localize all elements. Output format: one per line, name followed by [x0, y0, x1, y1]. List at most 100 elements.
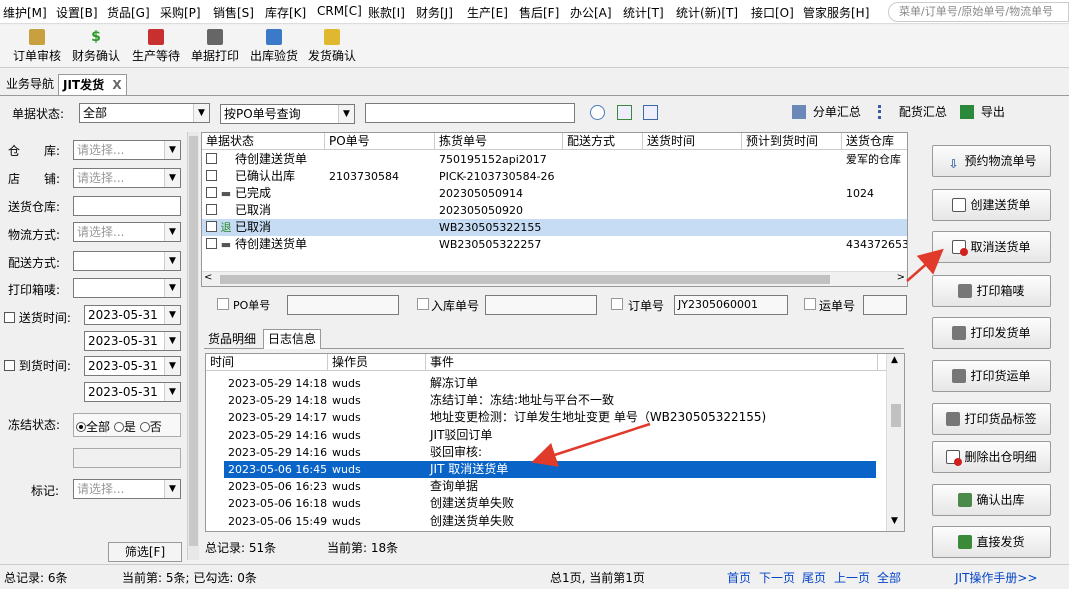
status-select[interactable]: 全部 ▼ — [79, 103, 210, 123]
log-row[interactable]: 2023-05-29 14:18:... wuds 冻结订单：冻结:地址与平台不一致 — [224, 392, 876, 409]
ship-confirm-button[interactable]: 发货确认 — [306, 27, 358, 65]
order-input[interactable]: JY2305060001 — [674, 295, 788, 315]
col-time[interactable]: 时间 — [206, 354, 328, 371]
menu-maintain[interactable]: 维护[M] — [3, 4, 47, 21]
delivery-select[interactable]: ▼ — [73, 251, 181, 271]
waybill-input[interactable] — [863, 295, 907, 315]
log-row[interactable]: 2023-05-29 14:16:... wuds JIT驳回订单 — [224, 427, 876, 444]
log-row[interactable]: 2023-05-06 16:18:... wuds 创建送货单失败 — [224, 495, 876, 512]
order-grid-hscroll[interactable]: < > — [202, 271, 907, 286]
print-freight-button[interactable]: 打印货运单 — [932, 360, 1051, 392]
production-wait-button[interactable]: 生产等待 — [130, 27, 182, 65]
menu-sales[interactable]: 销售[S] — [213, 4, 254, 21]
all-pages-link[interactable]: 全部 — [877, 569, 901, 586]
create-delivery-button[interactable]: 创建送货单 — [932, 189, 1051, 221]
ship-time-checkbox[interactable] — [4, 312, 15, 323]
warehouse-select[interactable]: 请选择... ▼ — [73, 140, 181, 160]
clear-icon[interactable] — [643, 105, 658, 120]
freeze-no-radio[interactable] — [139, 422, 150, 432]
print-box-mark-button[interactable]: 打印箱唛 — [932, 275, 1051, 307]
log-row[interactable]: 2023-05-29 14:17:... wuds 地址变更检测：订单发生地址变更 … — [224, 409, 876, 426]
filter-button[interactable]: 筛选[F] — [108, 542, 182, 562]
ship-warehouse-input[interactable] — [73, 196, 181, 216]
delete-outbound-detail-button[interactable]: 删除出仓明细 — [932, 441, 1051, 473]
menu-goods[interactable]: 货品[G] — [107, 4, 150, 21]
col-pick[interactable]: 拣货单号 — [435, 133, 563, 150]
col-operator[interactable]: 操作员 — [328, 354, 426, 371]
col-ship-time[interactable]: 送货时间 — [643, 133, 742, 150]
left-panel-scrollbar[interactable] — [187, 132, 199, 560]
table-row[interactable]: 已取消 202305050920 — [202, 202, 907, 219]
jit-manual-link[interactable]: JIT操作手册>> — [955, 569, 1038, 586]
log-row[interactable]: 2023-05-29 14:16:... wuds 驳回审核: — [224, 444, 876, 461]
prev-page-link[interactable]: 上一页 — [834, 569, 870, 586]
menu-interface[interactable]: 接口[O] — [751, 4, 794, 21]
row-checkbox[interactable] — [206, 153, 217, 164]
logistics-select[interactable]: 请选择... ▼ — [73, 222, 181, 242]
log-grid-vscroll[interactable]: ▲ ▼ — [886, 354, 904, 531]
inbound-input[interactable] — [485, 295, 597, 315]
arrive-time-checkbox[interactable] — [4, 360, 15, 371]
tab-jit-ship[interactable]: JIT发货 X — [58, 74, 127, 95]
menu-accounts[interactable]: 账款[I] — [368, 4, 405, 21]
scrollbar-thumb[interactable] — [220, 275, 830, 284]
menu-service[interactable]: 管家服务[H] — [803, 4, 869, 21]
table-row[interactable]: 待创建送货单 750195152api2017 爱军的仓库 — [202, 151, 907, 168]
print-goods-label-button[interactable]: 打印货品标签 — [932, 403, 1051, 435]
col-status[interactable]: 单据状态 — [202, 133, 325, 150]
outbound-check-button[interactable]: 出库验货 — [248, 27, 300, 65]
scrollbar-thumb[interactable] — [189, 136, 198, 546]
menu-aftersale[interactable]: 售后[F] — [519, 4, 559, 21]
menu-finance[interactable]: 财务[J] — [416, 4, 453, 21]
menu-stats-new[interactable]: 统计(新)[T] — [676, 4, 738, 21]
tab-goods-detail[interactable]: 货品明细 — [204, 330, 260, 349]
chevron-right-icon[interactable]: > — [897, 272, 905, 283]
ship-to-date[interactable]: 2023-05-31 ▼ — [84, 331, 181, 351]
table-row[interactable]: ▬待创建送货单 WB230505322257 4343726531 — [202, 236, 907, 253]
order-audit-button[interactable]: 订单审核 — [12, 27, 62, 65]
row-checkbox[interactable] — [206, 170, 217, 181]
print-delivery-note-button[interactable]: 打印发货单 — [932, 317, 1051, 349]
col-warehouse[interactable]: 送货仓库 — [842, 133, 907, 150]
col-event[interactable]: 事件 — [426, 354, 878, 371]
table-row[interactable]: ▬ 已完成 202305050914 1024 — [202, 185, 907, 202]
row-checkbox[interactable] — [206, 238, 217, 249]
arrive-time-check[interactable]: 到货时间: — [4, 357, 71, 374]
chevron-left-icon[interactable]: < — [204, 272, 212, 283]
scrollbar-thumb[interactable] — [891, 404, 901, 427]
close-icon[interactable]: X — [112, 78, 121, 92]
menu-stats[interactable]: 统计[T] — [623, 4, 664, 21]
arrive-to-date[interactable]: 2023-05-31 ▼ — [84, 382, 181, 402]
freeze-reason-input[interactable] — [73, 448, 181, 468]
row-checkbox[interactable] — [206, 187, 217, 198]
tab-log-info[interactable]: 日志信息 — [263, 329, 322, 349]
direct-ship-button[interactable]: 直接发货 — [932, 526, 1051, 558]
col-po[interactable]: PO单号 — [325, 133, 435, 150]
finance-confirm-button[interactable]: $ 财务确认 — [70, 27, 122, 65]
log-row[interactable]: 2023-05-29 14:18:... wuds 解冻订单 — [224, 375, 876, 392]
log-row[interactable]: 2023-05-06 15:49:... wuds 创建送货单失败 — [224, 513, 876, 530]
table-row[interactable]: 已确认出库 2103730584 PICK-2103730584-26 — [202, 168, 907, 185]
search-input[interactable]: 菜单/订单号/原始单号/物流单号 — [888, 2, 1069, 22]
shop-select[interactable]: 请选择... ▼ — [73, 168, 181, 188]
query-mode-select[interactable]: 按PO单号查询 ▼ — [220, 104, 355, 124]
tag-select[interactable]: 请选择... ▼ — [73, 479, 181, 499]
col-eta[interactable]: 预计到货时间 — [742, 133, 842, 150]
export-button[interactable]: 导出 — [960, 103, 1005, 120]
first-page-link[interactable]: 首页 — [727, 569, 751, 586]
menu-stock[interactable]: 库存[K] — [265, 4, 306, 21]
chevron-down-icon[interactable]: ▼ — [891, 516, 898, 526]
row-checkbox[interactable] — [206, 204, 217, 215]
doc-print-button[interactable]: 单据打印 — [189, 27, 241, 65]
table-row[interactable]: 退已取消 WB230505322155 — [202, 219, 907, 236]
log-row[interactable]: 创建送货单失败 — [224, 530, 876, 532]
search-icon[interactable] — [590, 105, 605, 120]
chevron-up-icon[interactable]: ▲ — [891, 355, 898, 365]
cancel-delivery-button[interactable]: 取消送货单 — [932, 231, 1051, 263]
menu-purchase[interactable]: 采购[P] — [160, 4, 201, 21]
row-checkbox[interactable] — [206, 221, 217, 232]
po-input[interactable] — [287, 295, 399, 315]
freeze-yes-radio[interactable] — [113, 422, 124, 432]
edit-icon[interactable] — [617, 105, 632, 120]
pick-summary-button[interactable]: 配货汇总 — [878, 103, 947, 120]
